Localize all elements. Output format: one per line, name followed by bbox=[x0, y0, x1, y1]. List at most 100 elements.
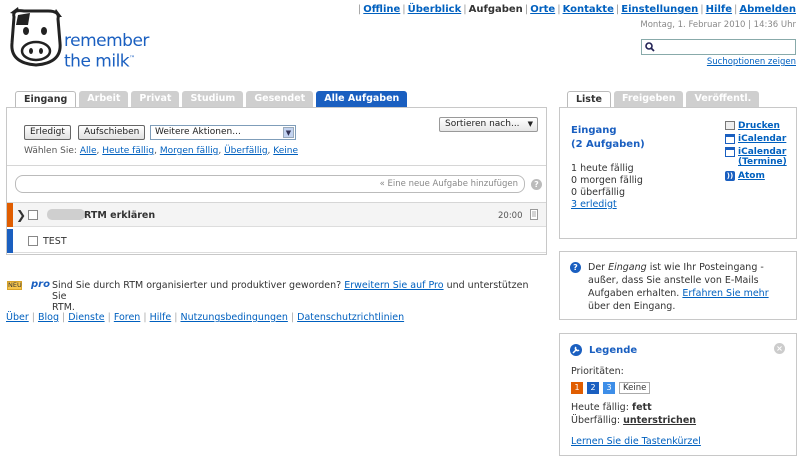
priority-3-box: 3 bbox=[603, 382, 615, 394]
info-text-2: ist wie Ihr Posteingang - bbox=[649, 262, 764, 273]
sort-button[interactable]: Sortieren nach... ▼ bbox=[439, 117, 538, 132]
tab-share[interactable]: Freigeben bbox=[613, 91, 684, 107]
priority-none-box: Keine bbox=[619, 382, 651, 394]
task-due: 20:00 bbox=[498, 211, 523, 221]
nav-tasks[interactable]: Aufgaben bbox=[469, 4, 523, 15]
tab-list[interactable]: Liste bbox=[567, 91, 611, 108]
postpone-button[interactable]: Aufschieben bbox=[78, 125, 146, 140]
ical-link[interactable]: iCalendar bbox=[738, 134, 786, 144]
detail-tabs: Liste Freigeben Veröffentl. bbox=[567, 91, 760, 108]
trademark: ™ bbox=[129, 55, 135, 62]
legend-overdue-label: Überfällig: bbox=[571, 415, 621, 426]
search-input[interactable] bbox=[641, 39, 796, 55]
footer-blog[interactable]: Blog bbox=[38, 312, 59, 323]
list-tabs: Eingang Arbeit Privat Studium Gesendet A… bbox=[15, 91, 408, 108]
shortcuts-link[interactable]: Lernen Sie die Tastenkürzel bbox=[571, 436, 701, 447]
info-text-5: über den bbox=[588, 301, 631, 312]
chevron-down-icon: ▼ bbox=[283, 127, 294, 138]
legend-today: Heute fällig: fett bbox=[571, 402, 652, 413]
tab-arbeit[interactable]: Arbeit bbox=[79, 91, 129, 107]
learn-more-link[interactable]: Erfahren Sie mehr bbox=[682, 288, 768, 299]
footer-privacy[interactable]: Datenschutzrichtlinien bbox=[297, 312, 404, 323]
task-name[interactable]: TEST bbox=[43, 236, 67, 247]
top-navigation: | Offline | Überblick | Aufgaben | Orte | Kontakt… bbox=[357, 4, 796, 15]
more-actions-select[interactable]: Weitere Aktionen... ▼ bbox=[150, 125, 296, 140]
add-task-input[interactable]: « Eine neue Aufgabe hinzufügen bbox=[15, 175, 525, 193]
nav-overview[interactable]: Überblick bbox=[408, 4, 462, 15]
tab-publish[interactable]: Veröffentl. bbox=[686, 91, 760, 107]
footer-forums[interactable]: Foren bbox=[114, 312, 141, 323]
search-options-link[interactable]: Suchoptionen zeigen bbox=[707, 57, 796, 67]
calendar-icon bbox=[725, 134, 735, 144]
nav-contacts[interactable]: Kontakte bbox=[563, 4, 614, 15]
new-badge: NEU bbox=[7, 281, 22, 290]
ical-events-label-2: (Termine) bbox=[738, 157, 787, 167]
note-icon[interactable] bbox=[530, 209, 538, 220]
legend-overdue-value: unterstrichen bbox=[623, 415, 697, 426]
divider bbox=[7, 165, 546, 166]
nav-logout[interactable]: Abmelden bbox=[739, 4, 796, 15]
nav-places[interactable]: Orte bbox=[530, 4, 555, 15]
info-text-6: Eingang. bbox=[633, 301, 676, 312]
footer-links: Über | Blog | Dienste | Foren | Hilfe | … bbox=[6, 312, 405, 323]
select-none-link[interactable]: Keine bbox=[273, 146, 298, 156]
footer-services[interactable]: Dienste bbox=[68, 312, 104, 323]
info-text-1: Der bbox=[588, 262, 606, 273]
upgrade-pro-link[interactable]: Erweitern Sie auf Pro bbox=[344, 280, 443, 291]
select-tomorrow-link[interactable]: Morgen fällig bbox=[160, 146, 219, 156]
select-overdue-link[interactable]: Überfällig bbox=[224, 146, 267, 156]
priority-marker bbox=[7, 203, 13, 227]
priority-2-box: 2 bbox=[587, 382, 599, 394]
legend-today-value: fett bbox=[631, 402, 652, 413]
tab-alle-aufgaben[interactable]: Alle Aufgaben bbox=[316, 91, 408, 107]
stat-overdue: 0 überfällig bbox=[571, 187, 625, 198]
logo-text-line2: the milk™ bbox=[64, 50, 149, 71]
task-name[interactable]: RTM erklären bbox=[84, 210, 155, 221]
done-button[interactable]: Erledigt bbox=[24, 125, 71, 140]
redacted-text bbox=[47, 209, 85, 220]
print-link[interactable]: Drucken bbox=[738, 121, 780, 131]
rtm-logo[interactable]: remember the milk™ bbox=[4, 3, 164, 73]
info-text-4: erhalten. bbox=[636, 288, 680, 299]
cow-icon bbox=[10, 7, 62, 67]
export-links: Drucken iCalendar iCalendar (Termine) )) … bbox=[725, 121, 787, 184]
help-icon[interactable]: ? bbox=[531, 179, 542, 190]
task-row[interactable]: ❯ RTM erklären 20:00 bbox=[7, 203, 546, 227]
more-actions-value: Weitere Aktionen... bbox=[155, 127, 241, 137]
select-all-link[interactable]: Alle bbox=[80, 146, 97, 156]
footer-terms[interactable]: Nutzungsbedingungen bbox=[180, 312, 287, 323]
search-icon bbox=[645, 42, 655, 52]
info-text-em: Eingang bbox=[608, 262, 647, 273]
ical-events-label-1: iCalendar bbox=[738, 147, 787, 157]
nav-offline[interactable]: Offline bbox=[363, 4, 400, 15]
nav-settings[interactable]: Einstellungen bbox=[621, 4, 698, 15]
tab-studium[interactable]: Studium bbox=[182, 91, 244, 107]
close-icon[interactable]: × bbox=[774, 343, 785, 354]
printer-icon bbox=[725, 121, 735, 130]
stat-today: 1 heute fällig bbox=[571, 163, 634, 174]
footer-about[interactable]: Über bbox=[6, 312, 29, 323]
footer-help[interactable]: Hilfe bbox=[150, 312, 172, 323]
tab-eingang[interactable]: Eingang bbox=[15, 91, 77, 108]
chevron-right-icon[interactable]: ❯ bbox=[16, 208, 26, 222]
priority-legend: 1 2 3 Keine bbox=[571, 382, 651, 394]
selection-row: Wählen Sie: Alle, Heute fällig, Morgen f… bbox=[24, 146, 298, 156]
tab-gesendet[interactable]: Gesendet bbox=[246, 91, 314, 107]
ical-events-link[interactable]: iCalendar (Termine) bbox=[738, 147, 787, 167]
list-title: Eingang bbox=[571, 125, 617, 136]
nav-help[interactable]: Hilfe bbox=[706, 4, 732, 15]
task-checkbox[interactable] bbox=[28, 210, 38, 220]
select-today-link[interactable]: Heute fällig bbox=[102, 146, 154, 156]
promo-text: Sind Sie durch RTM organisierter und pro… bbox=[52, 280, 542, 313]
completed-link[interactable]: 3 erledigt bbox=[571, 199, 617, 210]
list-stats: 1 heute fällig 0 morgen fällig 0 überfäl… bbox=[571, 163, 643, 211]
feed-icon: )) bbox=[725, 171, 735, 181]
legend-title: Legende bbox=[589, 345, 638, 356]
info-icon: ? bbox=[570, 262, 581, 273]
logo-text-line1: remember bbox=[64, 31, 149, 51]
stat-tomorrow: 0 morgen fällig bbox=[571, 175, 643, 186]
tab-privat[interactable]: Privat bbox=[131, 91, 180, 107]
task-row[interactable]: TEST bbox=[7, 229, 546, 253]
atom-link[interactable]: Atom bbox=[738, 171, 765, 181]
task-checkbox[interactable] bbox=[28, 236, 38, 246]
